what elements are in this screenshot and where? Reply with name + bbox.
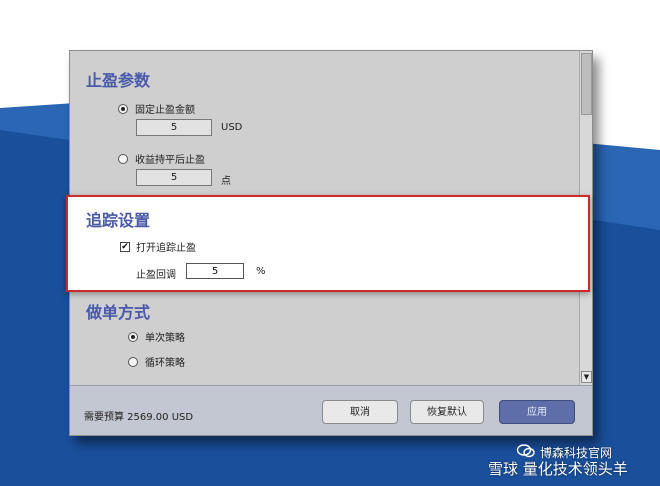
cancel-button[interactable]: 取消 [322,400,398,424]
profit-section-title: 止盈参数 [86,71,151,90]
breakeven-points-unit: 点 [221,176,231,187]
scroll-down-icon[interactable]: ▼ [581,371,592,383]
reset-default-button[interactable]: 恢复默认 [410,400,484,424]
fixed-profit-option[interactable]: 固定止盈金额 [118,101,195,116]
single-strategy-label: 单次策略 [145,333,185,344]
retrace-unit: % [256,266,266,277]
trailing-section-title: 追踪设置 [86,211,151,230]
fixed-profit-amount-field[interactable]: 5 [136,119,212,136]
trailing-settings-highlight: 追踪设置 ✔ 打开追踪止盈 止盈回调 5 % [66,195,590,292]
loop-strategy-option[interactable]: 循环策略 [128,354,185,369]
breakeven-points-field[interactable]: 5 [136,169,212,186]
single-strategy-radio[interactable] [128,331,138,342]
breakeven-profit-radio[interactable] [118,153,128,164]
loop-strategy-label: 循环策略 [145,358,185,369]
loop-strategy-radio[interactable] [128,356,138,367]
budget-text: 需要预算 2569.00 USD [84,412,194,423]
order-section-title: 做单方式 [86,303,151,322]
fixed-profit-unit: USD [221,122,243,133]
breakeven-profit-option[interactable]: 收益持平后止盈 [118,151,205,166]
enable-trailing-label: 打开追踪止盈 [136,243,196,254]
enable-trailing-option[interactable]: ✔ 打开追踪止盈 [120,239,196,254]
breakeven-profit-label: 收益持平后止盈 [135,155,205,166]
dialog-footer: 需要预算 2569.00 USD 取消 恢复默认 应用 [70,385,592,435]
single-strategy-option[interactable]: 单次策略 [128,329,185,344]
retrace-percent-field[interactable]: 5 [186,263,244,279]
fixed-profit-radio[interactable] [118,103,128,114]
enable-trailing-checkbox[interactable]: ✔ [120,241,130,252]
retrace-label: 止盈回调 [136,270,176,281]
wechat-icon [517,444,535,458]
watermark-line2: 雪球 量化技术领头羊 [488,460,628,478]
scrollbar-thumb[interactable] [581,53,592,115]
apply-button[interactable]: 应用 [499,400,575,424]
fixed-profit-label: 固定止盈金额 [135,105,195,116]
